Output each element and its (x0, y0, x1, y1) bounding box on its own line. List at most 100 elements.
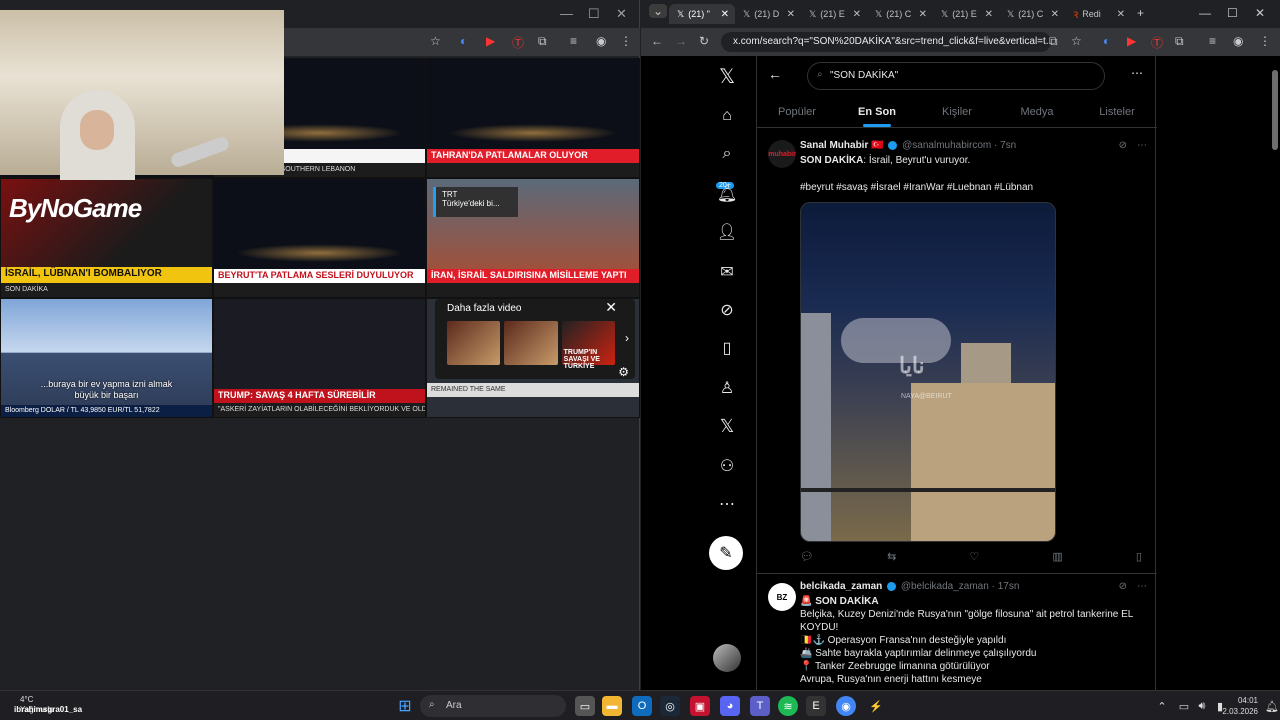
taskbar-search[interactable]: ⌕ Ara (420, 695, 566, 717)
video-thumbnail[interactable] (504, 321, 558, 365)
video-thumbnail[interactable] (447, 321, 501, 365)
hashtags[interactable]: #beyrut #savaş #İsrael #IranWar #Luebnan… (800, 181, 1140, 194)
scrollbar-thumb[interactable] (1272, 70, 1278, 150)
stream-tile[interactable]: ByNoGame İSRAİL, LÜBNAN'I BOMBALIYOR SON… (0, 178, 213, 298)
browser-tab[interactable]: Ꝛ Redi ✕ (1065, 4, 1131, 24)
bell-icon[interactable]: 🔔︎ (1262, 696, 1280, 716)
system-clock[interactable]: 04:01 2.03.2026 (1222, 695, 1258, 717)
grok-icon[interactable]: ⊘ (1119, 581, 1127, 592)
epic-games-icon[interactable]: E (806, 696, 826, 716)
more-icon[interactable]: ⋯ (1137, 581, 1147, 592)
browser-tab[interactable]: 𝕏 (21) E ✕ (801, 4, 867, 24)
discord-icon[interactable]: ◕ (720, 696, 740, 716)
youtube-extension-icon[interactable]: ▶ (486, 34, 495, 48)
profile-icon[interactable]: ⚇ (715, 454, 739, 478)
search-icon[interactable]: ⌕ (715, 142, 739, 166)
profile-icon[interactable]: ◉ (596, 34, 606, 48)
close-icon[interactable]: ✕ (1051, 9, 1059, 20)
home-icon[interactable]: ⌂ (715, 104, 739, 128)
forward-icon[interactable]: → (675, 34, 687, 48)
menu-icon[interactable]: ⋮ (1259, 34, 1271, 48)
follow-icon[interactable]: 👤︎ (715, 220, 739, 244)
app-icon[interactable]: ⚡ (866, 696, 886, 716)
browser-tab[interactable]: 𝕏 (21) C ✕ (867, 4, 933, 24)
more-videos-popup[interactable]: Daha fazla video ✕ TRUMP'IN SAVAŞI VE TÜ… (435, 299, 635, 379)
retweet-icon[interactable]: ⇆ (887, 550, 896, 563)
tab-popular[interactable]: Popüler (757, 98, 837, 127)
task-view-icon[interactable]: ▭ (575, 696, 595, 716)
media-icon[interactable]: ≡ (1209, 34, 1216, 48)
like-icon[interactable]: ♡ (969, 550, 979, 563)
menu-icon[interactable]: ⋮ (620, 34, 632, 48)
close-icon[interactable]: ✕ (919, 9, 927, 20)
stream-tile[interactable]: TRUMP: SAVAŞ 4 HAFTA SÜREBİLİR "ASKERİ Z… (213, 298, 426, 418)
close-icon[interactable]: ✕ (787, 9, 795, 20)
extension-icon[interactable]: Ⓣ (512, 34, 524, 51)
bookmark-star-icon[interactable]: ☆ (1071, 34, 1082, 48)
tab-people[interactable]: Kişiler (917, 98, 997, 127)
media-icon[interactable]: ≡ (570, 34, 577, 48)
avatar[interactable]: BZ (768, 583, 796, 611)
extension-icon[interactable]: ◐ (460, 34, 467, 48)
avatar[interactable]: muhabir (768, 140, 796, 168)
tab-latest[interactable]: En Son (837, 98, 917, 127)
maximize-icon[interactable]: ☐ (1227, 6, 1238, 20)
more-icon[interactable]: ⋯ (715, 492, 739, 516)
tweet-media-image[interactable]: نايا NAYA@BEIRUT (800, 202, 1056, 542)
spotify-icon[interactable]: ≋ (778, 696, 798, 716)
puzzle-icon[interactable]: ⧉ (1175, 34, 1184, 49)
author-handle[interactable]: @belcikada_zaman (901, 581, 989, 592)
volume-icon[interactable]: 🔊︎ (1192, 696, 1212, 716)
close-icon[interactable]: ✕ (853, 9, 861, 20)
grok-icon[interactable]: ⊘ (1119, 140, 1127, 151)
grok-icon[interactable]: ⊘ (715, 298, 739, 322)
stream-tile[interactable]: TAHRAN'DA PATLAMALAR OLUYOR (426, 58, 640, 178)
close-icon[interactable]: ✕ (605, 299, 617, 316)
close-icon[interactable]: ✕ (985, 9, 993, 20)
browser-tab[interactable]: 𝕏 (21) D ✕ (735, 4, 801, 24)
maximize-icon[interactable]: ☐ (588, 6, 600, 22)
close-icon[interactable]: ✕ (1117, 9, 1125, 20)
more-options-icon[interactable]: ⋯ (1131, 66, 1143, 80)
bookmark-icon[interactable]: ▯ (1136, 550, 1142, 563)
author-name[interactable]: Sanal Muhabir (800, 140, 868, 151)
tab-lists[interactable]: Listeler (1077, 98, 1157, 127)
bell-icon[interactable]: 🔔︎ (715, 182, 739, 206)
search-input[interactable]: ⌕ "SON DAKİKA" (807, 62, 1105, 90)
views-icon[interactable]: ▥ (1052, 550, 1062, 563)
x-premium-icon[interactable]: 𝕏 (715, 414, 739, 438)
outlook-icon[interactable]: O (632, 696, 652, 716)
puzzle-icon[interactable]: ⧉ (538, 34, 547, 49)
extension-icon[interactable]: ◐ (1103, 34, 1110, 48)
back-icon[interactable]: ← (651, 34, 663, 48)
close-icon[interactable]: ✕ (616, 6, 627, 22)
reply-icon[interactable]: 💬︎ (800, 550, 814, 563)
tweet-time[interactable]: · 7sn (994, 140, 1016, 151)
stream-tile[interactable]: BEYRUT'TA PATLAMA SESLERİ DUYULUYOR (213, 178, 426, 298)
author-handle[interactable]: @sanalmuhabircom (902, 140, 991, 151)
minimize-icon[interactable]: — (1199, 6, 1211, 20)
premium-icon[interactable]: ♙ (715, 376, 739, 400)
steam-icon[interactable]: ◎ (660, 696, 680, 716)
browser-tab[interactable]: 𝕏 (21) " ✕ (669, 4, 735, 24)
more-icon[interactable]: ⋯ (1137, 140, 1147, 151)
tweet[interactable]: muhabir Sanal Muhabir 🇹🇷 @sanalmuhabirco… (757, 130, 1157, 574)
author-name[interactable]: belcikada_zaman (800, 581, 882, 592)
profile-icon[interactable]: ◉ (1233, 34, 1243, 48)
teams-icon[interactable]: T (750, 696, 770, 716)
new-tab-icon[interactable]: + (1137, 6, 1144, 20)
tweet[interactable]: BZ belcikada_zaman @belcikada_zaman · 17… (757, 575, 1157, 695)
reload-icon[interactable]: ↻ (699, 34, 709, 48)
chevron-right-icon[interactable]: › (625, 331, 629, 345)
mail-icon[interactable]: ✉ (715, 260, 739, 284)
monitor-icon[interactable]: ▭ (1174, 696, 1194, 716)
x-logo-icon[interactable]: 𝕏 (715, 64, 739, 88)
close-icon[interactable]: ✕ (721, 9, 729, 20)
youtube-extension-icon[interactable]: ▶ (1127, 34, 1136, 48)
bookmark-star-icon[interactable]: ☆ (430, 34, 441, 48)
post-button[interactable]: ✎ (709, 536, 743, 570)
page-scrollbar[interactable] (1272, 62, 1278, 682)
url-bar[interactable]: x.com/search?q="SON%20DAKİKA"&src=trend_… (721, 32, 1051, 52)
extension-icon[interactable]: Ⓣ (1151, 34, 1163, 51)
stream-tile[interactable]: ...buraya bir ev yapma izni almak büyük … (0, 298, 213, 418)
